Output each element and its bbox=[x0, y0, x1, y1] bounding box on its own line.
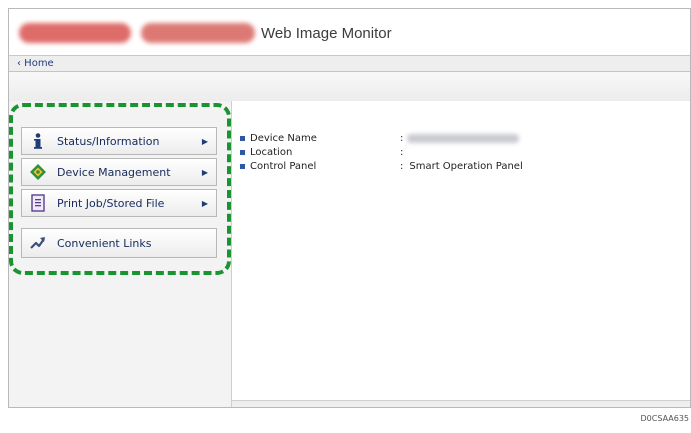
info-label: Device Name bbox=[250, 132, 317, 144]
device-info-row: Location : bbox=[240, 145, 403, 159]
info-separator: : bbox=[400, 132, 404, 144]
breadcrumb: ‹ Home bbox=[9, 55, 690, 71]
chevron-right-icon: ▶ bbox=[201, 167, 208, 177]
header: Web Image Monitor bbox=[9, 9, 690, 55]
device-info-row: Device Name : bbox=[240, 131, 520, 145]
chevron-right-icon: ▶ bbox=[201, 136, 208, 146]
home-link[interactable]: ‹ Home bbox=[17, 58, 54, 69]
link-arrow-icon bbox=[29, 234, 47, 252]
brand-name-blurred bbox=[19, 23, 131, 43]
info-separator: : bbox=[400, 160, 404, 172]
toolbar bbox=[9, 71, 690, 103]
sidebar: Status/Information ▶ Device Management ▶ bbox=[9, 101, 232, 407]
info-icon bbox=[29, 132, 47, 150]
main-content: Device Name : Location : Control Panel :… bbox=[232, 101, 690, 407]
sidebar-item-label: Convenient Links bbox=[57, 236, 152, 250]
sidebar-item-status-information[interactable]: Status/Information ▶ bbox=[21, 127, 217, 155]
chevron-right-icon: ▶ bbox=[201, 198, 208, 208]
info-label: Control Panel bbox=[250, 160, 317, 172]
control-panel-value: Smart Operation Panel bbox=[409, 160, 523, 172]
content-bottom-bar bbox=[232, 400, 690, 407]
device-management-icon bbox=[29, 163, 47, 181]
sidebar-item-label: Print Job/Stored File bbox=[57, 196, 165, 210]
bullet-icon bbox=[240, 149, 245, 155]
bullet-icon bbox=[240, 135, 245, 141]
sidebar-item-label: Status/Information bbox=[57, 134, 160, 148]
sidebar-item-device-management[interactable]: Device Management ▶ bbox=[21, 158, 217, 186]
bullet-icon bbox=[240, 163, 245, 169]
model-name-blurred bbox=[141, 23, 255, 43]
app-title: Web Image Monitor bbox=[261, 25, 392, 42]
sidebar-item-print-job-stored-file[interactable]: Print Job/Stored File ▶ bbox=[21, 189, 217, 217]
sidebar-item-convenient-links[interactable]: Convenient Links bbox=[21, 228, 217, 258]
info-separator: : bbox=[400, 146, 404, 158]
device-info-row: Control Panel : Smart Operation Panel bbox=[240, 159, 523, 173]
device-name-value-blurred bbox=[407, 133, 520, 143]
browser-frame: Web Image Monitor ‹ Home Status/Informat… bbox=[8, 8, 691, 408]
document-icon bbox=[29, 194, 47, 212]
figure-code: D0CSAA635 bbox=[640, 414, 690, 423]
info-label: Location bbox=[250, 146, 293, 158]
sidebar-item-label: Device Management bbox=[57, 165, 171, 179]
